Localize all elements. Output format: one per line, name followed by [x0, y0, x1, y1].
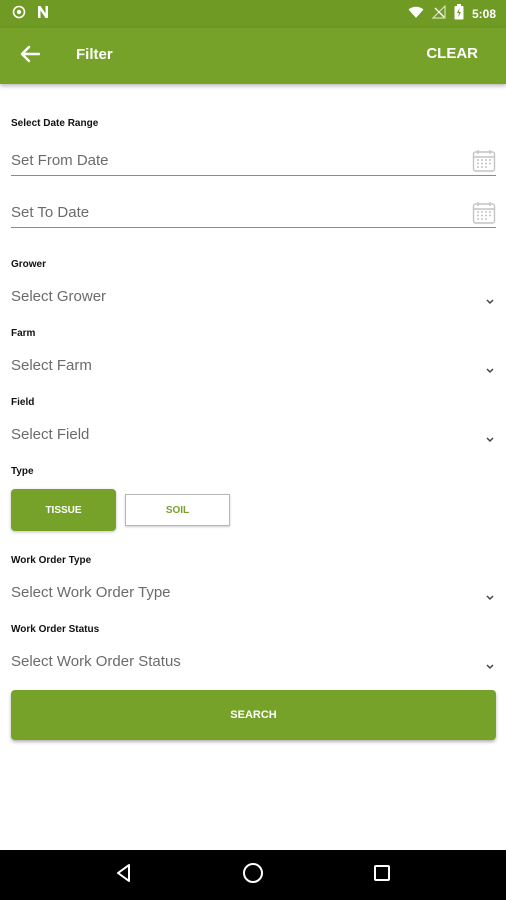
- location-icon: [12, 5, 26, 24]
- search-button[interactable]: SEARCH: [11, 690, 496, 740]
- status-bar-system: 5:08: [408, 3, 496, 25]
- square-recents-icon: [373, 864, 391, 887]
- type-toggle: TISSUE SOIL: [11, 489, 230, 531]
- field-label: Field: [11, 397, 35, 408]
- farm-label: Farm: [11, 328, 36, 339]
- battery-icon: [454, 3, 464, 25]
- circle-home-icon: [242, 862, 264, 889]
- to-date-placeholder: Set To Date: [11, 204, 90, 221]
- soil-button[interactable]: SOIL: [125, 494, 230, 526]
- chevron-down-icon: [486, 430, 494, 448]
- calendar-icon[interactable]: [472, 201, 496, 230]
- type-label: Type: [11, 466, 34, 477]
- app-bar: Filter CLEAR: [0, 28, 506, 84]
- nav-recents-button[interactable]: [362, 855, 402, 895]
- chevron-down-icon: [486, 361, 494, 379]
- from-date-placeholder: Set From Date: [11, 152, 109, 169]
- status-time: 5:08: [471, 7, 496, 21]
- work-order-status-label: Work Order Status: [11, 624, 100, 635]
- work-order-status-dropdown[interactable]: Select Work Order Status: [11, 647, 496, 677]
- date-range-label: Select Date Range: [11, 118, 99, 129]
- clear-button[interactable]: CLEAR: [426, 45, 478, 62]
- arrow-back-icon: [20, 45, 41, 68]
- farm-dropdown[interactable]: Select Farm: [11, 351, 496, 381]
- grower-label: Grower: [11, 259, 47, 270]
- work-order-type-label: Work Order Type: [11, 555, 92, 566]
- grower-dropdown[interactable]: Select Grower: [11, 282, 496, 312]
- chevron-down-icon: [486, 292, 494, 310]
- n-notification-icon: [36, 5, 50, 24]
- field-placeholder: Select Field: [11, 426, 90, 443]
- chevron-down-icon: [486, 588, 494, 606]
- work-order-type-dropdown[interactable]: Select Work Order Type: [11, 578, 496, 608]
- navigation-bar: [0, 850, 506, 900]
- work-order-type-placeholder: Select Work Order Type: [11, 584, 171, 601]
- tissue-button[interactable]: TISSUE: [11, 489, 116, 531]
- nav-back-button[interactable]: [104, 855, 144, 895]
- chevron-down-icon: [486, 657, 494, 675]
- to-date-field[interactable]: Set To Date: [11, 198, 496, 228]
- no-signal-icon: [431, 4, 446, 24]
- nav-home-button[interactable]: [233, 855, 273, 895]
- calendar-icon[interactable]: [472, 149, 496, 178]
- page-title: Filter: [76, 46, 113, 63]
- work-order-status-placeholder: Select Work Order Status: [11, 653, 181, 670]
- back-button[interactable]: [12, 40, 48, 72]
- grower-placeholder: Select Grower: [11, 288, 107, 305]
- triangle-back-icon: [114, 863, 134, 888]
- from-date-field[interactable]: Set From Date: [11, 146, 496, 176]
- wifi-icon: [408, 5, 424, 24]
- status-bar-notifications: [12, 5, 50, 23]
- field-dropdown[interactable]: Select Field: [11, 420, 496, 450]
- farm-placeholder: Select Farm: [11, 357, 92, 374]
- status-bar: 5:08: [0, 0, 506, 28]
